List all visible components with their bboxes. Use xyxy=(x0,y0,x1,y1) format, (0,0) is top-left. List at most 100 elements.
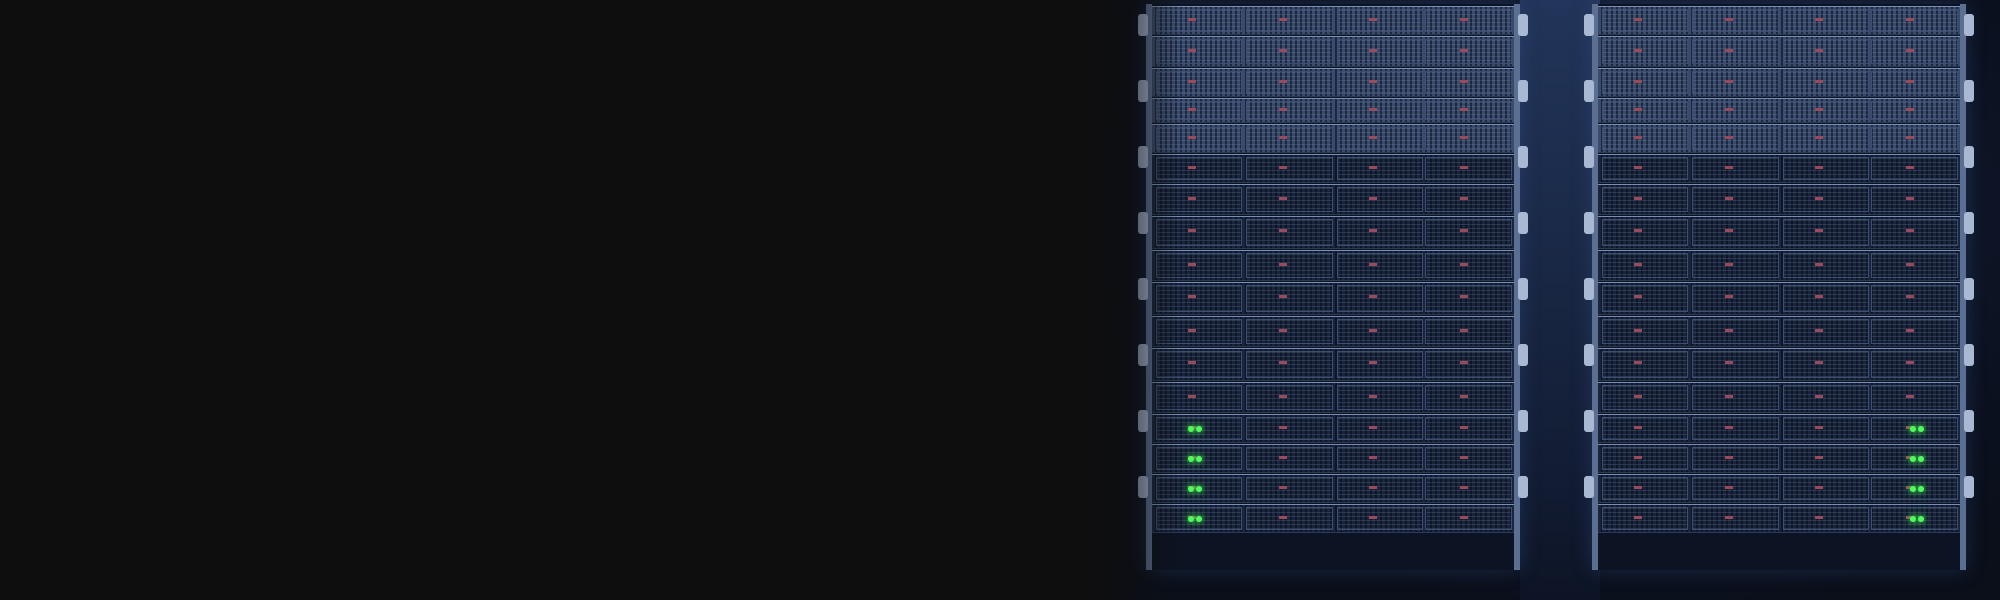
drive-label-tag xyxy=(1278,17,1287,21)
drive-label-tag xyxy=(1815,262,1824,266)
rack-handle xyxy=(1138,14,1148,36)
rack-handle xyxy=(1584,410,1594,432)
rack-handle xyxy=(1518,476,1528,498)
drive-bay xyxy=(1782,477,1870,500)
drive-label-tag xyxy=(1188,17,1197,21)
drive-bay xyxy=(1782,127,1870,150)
drive-bay xyxy=(1601,477,1689,500)
drive-label-tag xyxy=(1188,229,1197,233)
drive-label-tag xyxy=(1634,196,1643,200)
drive-label-tag xyxy=(1905,165,1914,169)
drive-label-tag xyxy=(1278,229,1287,233)
rack-handle xyxy=(1518,80,1528,102)
drive-label-tag xyxy=(1634,455,1643,459)
status-led-icon xyxy=(1188,486,1194,492)
drive-label-tag xyxy=(1369,394,1378,398)
drive-label-tag xyxy=(1369,295,1378,299)
rack-handle xyxy=(1964,14,1974,36)
drive-label-tag xyxy=(1815,361,1824,365)
drive-label-tag xyxy=(1459,455,1468,459)
drive-bay xyxy=(1782,417,1870,440)
drive-bay xyxy=(1246,71,1333,94)
drive-label-tag xyxy=(1188,394,1197,398)
drive-label-tag xyxy=(1188,262,1197,266)
drive-label-tag xyxy=(1278,485,1287,489)
drive-bay xyxy=(1246,39,1333,64)
status-led-icon xyxy=(1918,486,1924,492)
drive-bay xyxy=(1782,71,1870,94)
drive-bay xyxy=(1425,187,1513,212)
drive-bay xyxy=(1782,9,1870,32)
drive-bay xyxy=(1871,39,1959,64)
drive-label-tag xyxy=(1459,108,1468,112)
drive-bay xyxy=(1425,319,1513,344)
drive-label-tag xyxy=(1724,165,1733,169)
drive-bay xyxy=(1692,319,1779,344)
drive-bay xyxy=(1246,417,1333,440)
drive-label-tag xyxy=(1815,455,1824,459)
status-led-icon xyxy=(1918,426,1924,432)
drive-bay xyxy=(1871,285,1959,312)
drive-bay xyxy=(1155,187,1243,212)
drive-bay xyxy=(1871,219,1959,246)
drive-bay xyxy=(1425,101,1513,120)
drive-label-tag xyxy=(1634,79,1643,83)
drive-label-tag xyxy=(1634,295,1643,299)
rack-handle xyxy=(1138,212,1148,234)
drive-label-tag xyxy=(1459,135,1468,139)
drive-bay xyxy=(1246,477,1333,500)
rack-handle xyxy=(1964,410,1974,432)
rack-handle xyxy=(1964,146,1974,168)
server-unit xyxy=(1152,316,1514,347)
drive-bay xyxy=(1155,285,1243,312)
drive-label-tag xyxy=(1815,425,1824,429)
drive-label-tag xyxy=(1459,295,1468,299)
drive-label-tag xyxy=(1724,425,1733,429)
drive-label-tag xyxy=(1369,328,1378,332)
drive-label-tag xyxy=(1278,262,1287,266)
drive-label-tag xyxy=(1724,455,1733,459)
server-unit xyxy=(1598,98,1960,123)
drive-label-tag xyxy=(1634,262,1643,266)
empty-dark-panel xyxy=(0,0,1110,600)
drive-label-tag xyxy=(1278,196,1287,200)
drive-label-tag xyxy=(1369,229,1378,233)
drive-bay xyxy=(1246,253,1333,278)
rack-handle xyxy=(1964,344,1974,366)
server-unit xyxy=(1152,36,1514,67)
drive-label-tag xyxy=(1634,135,1643,139)
drive-label-tag xyxy=(1815,485,1824,489)
drive-bay xyxy=(1155,71,1243,94)
drive-bay xyxy=(1336,507,1424,530)
drive-bay xyxy=(1425,219,1513,246)
drive-label-tag xyxy=(1815,48,1824,52)
drive-bay xyxy=(1246,187,1333,212)
rack-handle xyxy=(1584,80,1594,102)
server-unit xyxy=(1598,382,1960,413)
hero-banner xyxy=(0,0,2000,600)
drive-label-tag xyxy=(1724,135,1733,139)
status-led-icon xyxy=(1910,486,1916,492)
drive-bay xyxy=(1692,101,1779,120)
drive-label-tag xyxy=(1634,425,1643,429)
drive-label-tag xyxy=(1459,262,1468,266)
drive-label-tag xyxy=(1634,328,1643,332)
drive-bay xyxy=(1692,187,1779,212)
server-unit xyxy=(1598,36,1960,67)
drive-bay xyxy=(1601,71,1689,94)
drive-label-tag xyxy=(1278,361,1287,365)
drive-label-tag xyxy=(1188,361,1197,365)
drive-label-tag xyxy=(1634,394,1643,398)
drive-label-tag xyxy=(1634,361,1643,365)
drive-label-tag xyxy=(1724,394,1733,398)
drive-bay xyxy=(1782,39,1870,64)
server-unit xyxy=(1152,414,1514,443)
drive-bay xyxy=(1871,187,1959,212)
drive-bay xyxy=(1601,447,1689,470)
drive-bay xyxy=(1336,9,1424,32)
server-unit xyxy=(1598,68,1960,97)
drive-bay xyxy=(1425,477,1513,500)
drive-bay xyxy=(1782,385,1870,410)
drive-bay xyxy=(1871,127,1959,150)
server-unit xyxy=(1598,154,1960,183)
